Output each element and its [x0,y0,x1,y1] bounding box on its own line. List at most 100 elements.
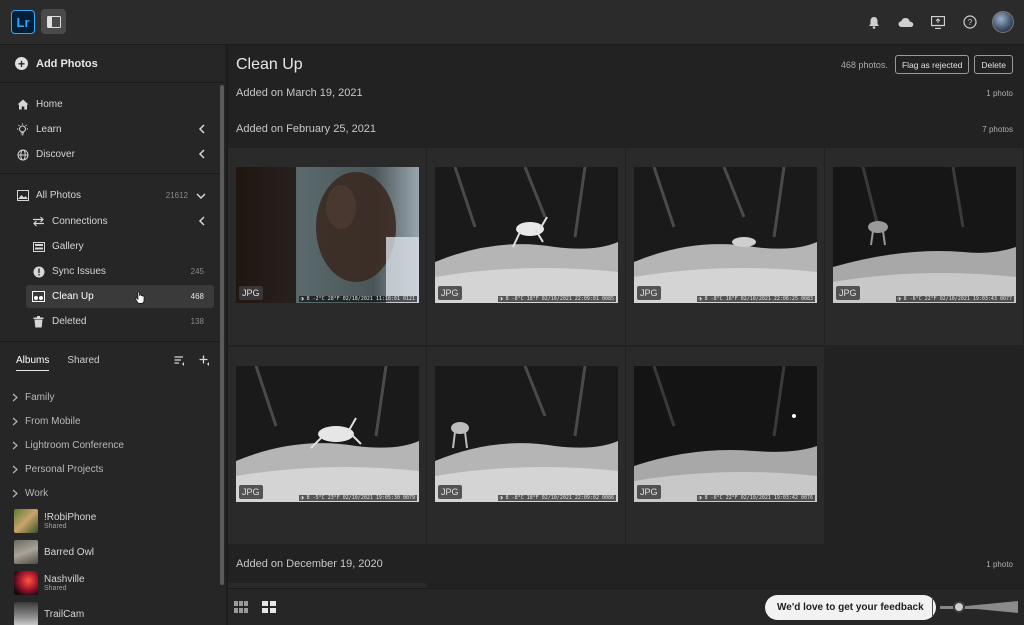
share-screen-icon[interactable] [928,12,948,32]
photo-total: 468 photos. [840,59,888,70]
divider [932,597,933,617]
photo-tile[interactable]: JPG ◑ 8 -5°C 23°F 02/10/2021 19:05:30 00… [228,347,426,544]
deleted-count: 138 [190,317,204,326]
alert-icon [32,265,45,278]
folder-label: From Mobile [25,416,81,427]
section-count: 1 photo [986,560,1013,569]
photo-tile[interactable]: JPG ◑ 8 -8°C 16°F 02/10/2021 22:06:25 00… [626,148,824,345]
photo-grid-view-icon[interactable] [262,601,276,613]
folder-family[interactable]: Family [12,392,54,403]
photo-image [435,167,618,303]
photo-thumbnail[interactable]: JPG ◑ 8 -6°C 22°F 02/10/2021 19:03:43 00… [833,167,1016,303]
folder-work[interactable]: Work [12,488,48,499]
jpg-badge: JPG [438,485,462,499]
add-album-icon[interactable] [199,355,210,366]
sidebar-item-label: Clean Up [52,291,94,302]
photo-tile[interactable]: JPG ◑ 8 -8°C 18°F 02/10/2021 22:09:01 00… [427,148,625,345]
jpg-badge: JPG [239,485,263,499]
sort-icon[interactable] [174,355,185,366]
jpg-badge: JPG [438,286,462,300]
user-avatar[interactable] [992,11,1014,33]
section-header: Added on March 19, 2021 [236,87,363,99]
sidebar: + Add Photos Home Learn Discover All Pho… [0,45,227,625]
sidebar-item-clean-up[interactable]: Clean Up 468 [26,285,214,308]
photo-thumbnail[interactable]: JPG ◑ 8 -6°C 22°F 02/10/2021 19:03:42 00… [634,366,817,502]
chevron-right-icon [12,441,18,450]
section-count: 7 photos [982,125,1013,134]
chevron-right-icon [12,489,18,498]
photo-image [634,366,817,502]
sidebar-item-label: Learn [36,124,62,135]
sidebar-item-all-photos[interactable]: All Photos 21612 [10,184,214,207]
square-grid-view-icon[interactable] [234,601,248,613]
sidebar-item-gallery[interactable]: Gallery [26,235,214,258]
zoom-slider-handle[interactable] [953,601,965,613]
folder-label: Work [25,488,49,499]
folder-personal-projects[interactable]: Personal Projects [12,464,103,475]
bell-icon[interactable] [864,12,884,32]
trash-icon [32,315,45,328]
sidebar-item-deleted[interactable]: Deleted 138 [26,310,214,333]
sidebar-item-label: Connections [52,216,108,227]
sidebar-item-home[interactable]: Home [10,93,214,116]
hand-cursor-icon [135,291,145,304]
page-title: Clean Up [236,56,303,73]
flag-as-rejected-button[interactable]: Flag as rejected [894,55,970,74]
jpg-badge: JPG [836,286,860,300]
panel-toggle-button[interactable] [41,9,66,34]
photo-tile[interactable]: JPG ◑ 8 -8°C 18°F 02/10/2021 22:09:02 00… [427,347,625,544]
chevron-left-icon[interactable] [198,149,206,159]
svg-text:?: ? [968,18,973,27]
album-barred-owl[interactable]: Barred Owl [14,540,94,564]
album-name: TrailCam [44,608,85,620]
album-trailcam[interactable]: TrailCam [14,602,84,625]
tab-albums[interactable]: Albums [16,355,50,371]
lightroom-logo[interactable]: Lr [11,10,35,34]
chevron-left-icon[interactable] [198,124,206,134]
sidebar-item-label: Deleted [52,316,87,327]
home-icon [16,98,29,111]
folder-from-mobile[interactable]: From Mobile [12,416,81,427]
sidebar-item-label: Home [36,99,63,110]
sidebar-item-label: Sync Issues [52,266,106,277]
sidebar-item-learn[interactable]: Learn [10,118,214,141]
album-robiphone[interactable]: !RobiPhone Shared [14,509,96,533]
photo-tile[interactable]: JPG ◑ 8 -2°C 28°F 02/18/2021 11:18:01 01… [228,148,426,345]
photo-thumbnail[interactable]: JPG ◑ 8 -2°C 28°F 02/18/2021 11:18:01 01… [236,167,419,303]
album-nashville[interactable]: Nashville Shared [14,571,85,595]
sidebar-item-label: All Photos [36,190,82,201]
photo-thumbnail[interactable]: JPG ◑ 8 -8°C 18°F 02/10/2021 22:09:01 00… [435,167,618,303]
photo-tile[interactable]: JPG ◑ 8 -6°C 22°F 02/10/2021 19:03:42 00… [626,347,824,544]
help-icon[interactable]: ? [960,12,980,32]
album-name: Barred Owl [44,546,95,558]
jpg-badge: JPG [239,286,263,300]
photo-image [435,366,618,502]
section-header: Added on December 19, 2020 [236,558,383,570]
feedback-button[interactable]: We'd love to get your feedback [765,595,936,620]
album-thumbnail [14,509,38,533]
gallery-icon [32,240,45,253]
photo-thumbnail[interactable]: JPG ◑ 8 -8°C 18°F 02/10/2021 22:09:02 00… [435,366,618,502]
photo-thumbnail[interactable]: JPG ◑ 8 -5°C 23°F 02/10/2021 19:05:30 00… [236,366,419,502]
photo-image [236,366,419,502]
sidebar-scrollbar[interactable] [220,85,224,585]
sidebar-item-connections[interactable]: Connections [26,210,214,233]
add-photos-button[interactable]: + Add Photos [0,45,224,83]
chevron-left-icon[interactable] [198,216,206,226]
folder-lightroom-conference[interactable]: Lightroom Conference [12,440,124,451]
cloud-icon[interactable] [896,12,916,32]
album-name: !RobiPhone [44,512,97,523]
delete-button[interactable]: Delete [974,55,1013,74]
sidebar-item-sync-issues[interactable]: Sync Issues 245 [26,260,214,283]
sidebar-item-discover[interactable]: Discover [10,143,214,166]
photo-thumbnail[interactable]: JPG ◑ 8 -8°C 16°F 02/10/2021 22:06:25 00… [634,167,817,303]
connections-icon [32,215,45,228]
photos-icon [16,189,29,202]
album-thumbnail [14,540,38,564]
photo-caption: ◑ 8 -2°C 28°F 02/18/2021 11:18:01 0121 [298,296,417,302]
photo-tile[interactable]: JPG ◑ 8 -6°C 22°F 02/10/2021 19:03:43 00… [825,148,1023,345]
section-count: 1 photo [986,89,1013,98]
photo-caption: ◑ 8 -8°C 16°F 02/10/2021 22:06:25 0083 [696,296,815,302]
tab-shared[interactable]: Shared [67,355,99,371]
chevron-down-icon[interactable] [196,192,206,200]
